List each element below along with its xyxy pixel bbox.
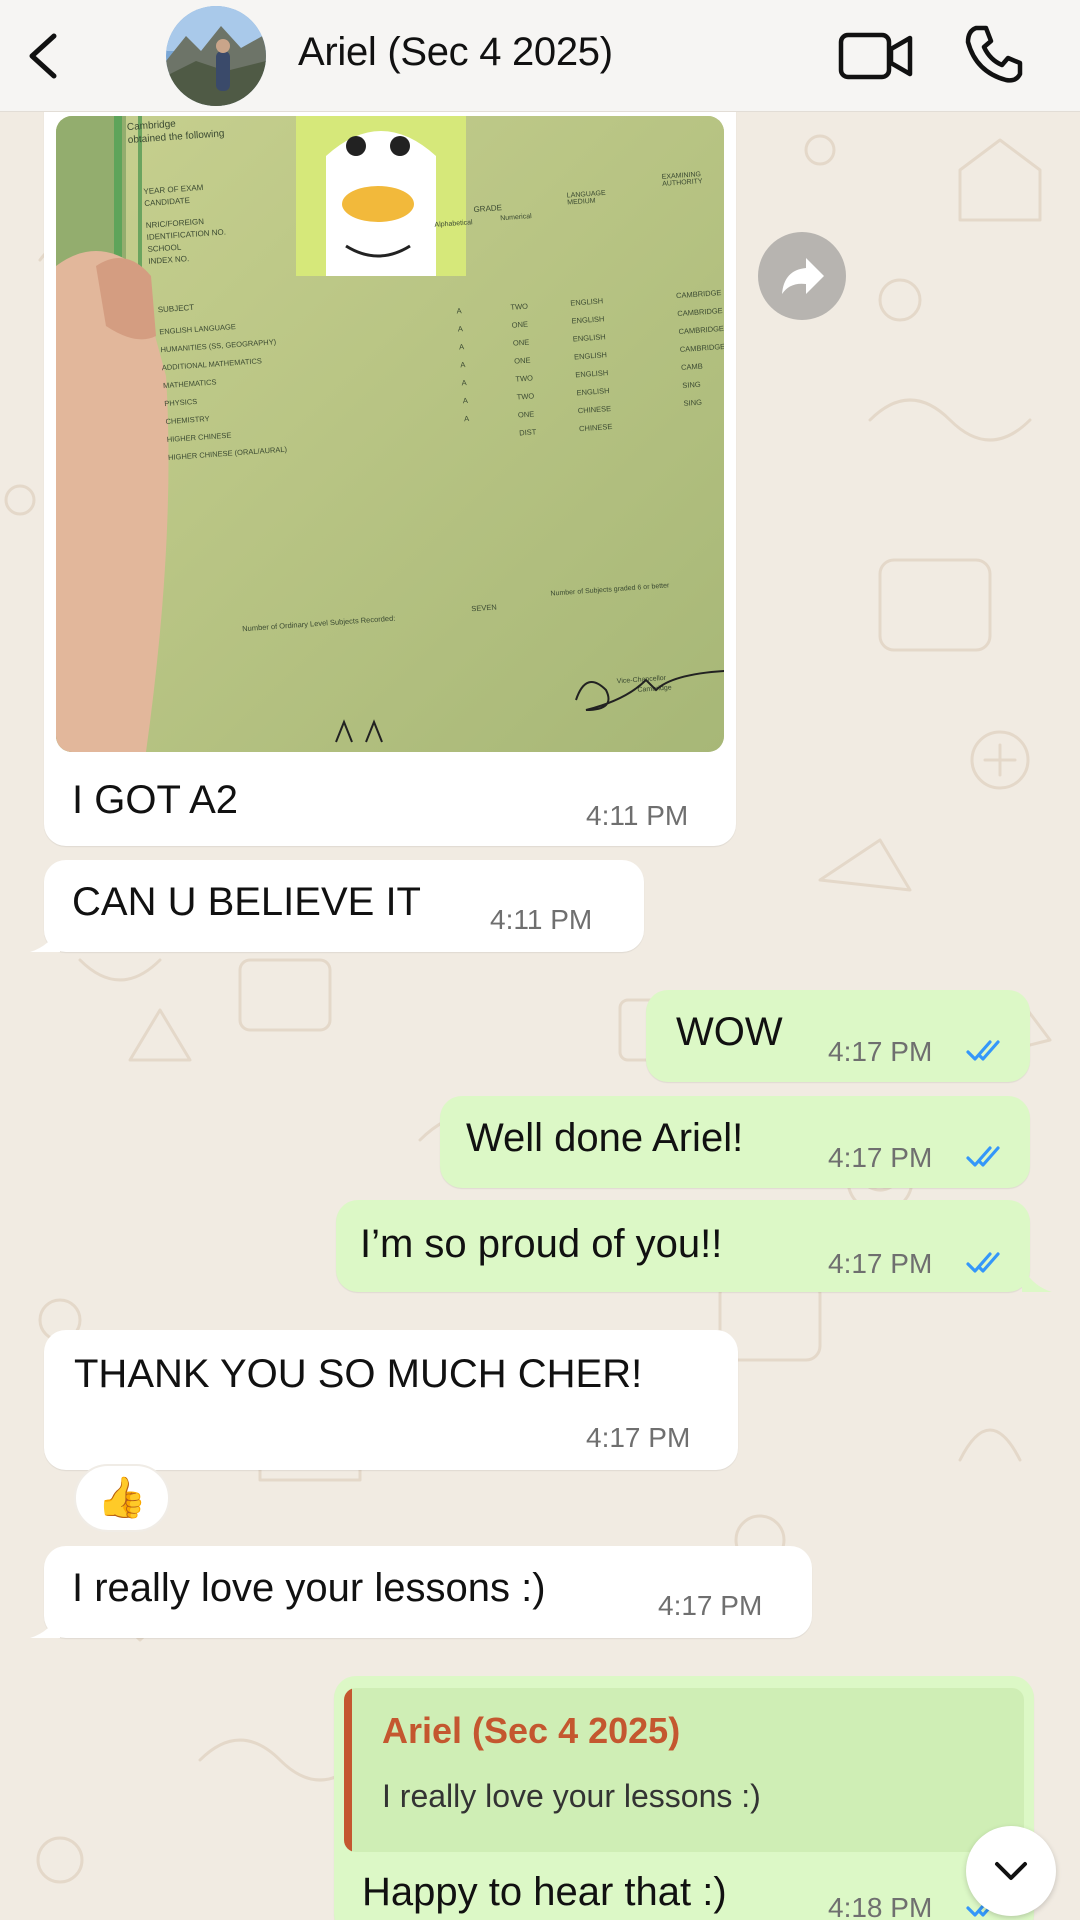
chevron-down-icon [995, 1862, 1027, 1880]
certificate-photo[interactable]: Cambridge obtained the following YEAR OF… [56, 116, 724, 752]
avatar-image [166, 6, 266, 106]
chevron-left-icon [29, 33, 57, 79]
message-text: CAN U BELIEVE IT [72, 880, 421, 924]
message-time: 4:17 PM [828, 1036, 933, 1067]
message-reaction[interactable]: 👍 [74, 1464, 170, 1532]
signature-mark [335, 669, 724, 743]
message-text: WOW [676, 1010, 783, 1054]
thumbs-up-icon: 👍 [97, 1476, 147, 1520]
message-time: 4:17 PM [828, 1142, 933, 1173]
message-text: Well done Ariel! [466, 1116, 744, 1160]
forward-arrow-icon [782, 258, 824, 294]
message-text: Happy to hear that :) [362, 1870, 727, 1914]
photo-caption: I GOT A2 [72, 778, 238, 822]
message-time: 4:17 PM [658, 1590, 763, 1621]
video-call-button[interactable] [838, 30, 914, 82]
chat-header: Ariel (Sec 4 2025) [0, 0, 1080, 112]
message-time: 4:17 PM [828, 1248, 933, 1279]
message-time: 4:11 PM [490, 904, 593, 935]
contact-avatar[interactable] [166, 6, 266, 106]
message-time: 4:17 PM [586, 1422, 691, 1453]
phone-icon [965, 25, 1023, 83]
message-text: THANK YOU SO MUCH CHER! [74, 1352, 643, 1396]
quote-accent-bar [344, 1688, 352, 1852]
video-camera-icon [838, 32, 913, 80]
forward-button[interactable] [758, 232, 846, 320]
quoted-text: I really love your lessons :) [382, 1778, 761, 1814]
contact-name[interactable]: Ariel (Sec 4 2025) [298, 30, 613, 75]
message-text: I’m so proud of you!! [360, 1222, 723, 1266]
read-receipt-icon [966, 1252, 1000, 1273]
scroll-to-bottom-button[interactable] [966, 1826, 1056, 1916]
quoted-message[interactable]: Ariel (Sec 4 2025) I really love your le… [344, 1688, 1024, 1852]
bubble-tail [30, 926, 60, 952]
read-receipt-icon [966, 1146, 1000, 1167]
bubble-tail [1022, 1266, 1052, 1292]
read-receipt-icon [966, 1040, 1000, 1061]
quoted-sender-name: Ariel (Sec 4 2025) [382, 1710, 681, 1751]
message-time: 4:11 PM [586, 800, 689, 831]
back-button[interactable] [22, 26, 62, 86]
message-text: I really love your lessons :) [72, 1566, 546, 1610]
voice-call-button[interactable] [962, 22, 1026, 86]
bubble-tail [30, 1612, 60, 1638]
message-time: 4:18 PM [828, 1892, 933, 1920]
